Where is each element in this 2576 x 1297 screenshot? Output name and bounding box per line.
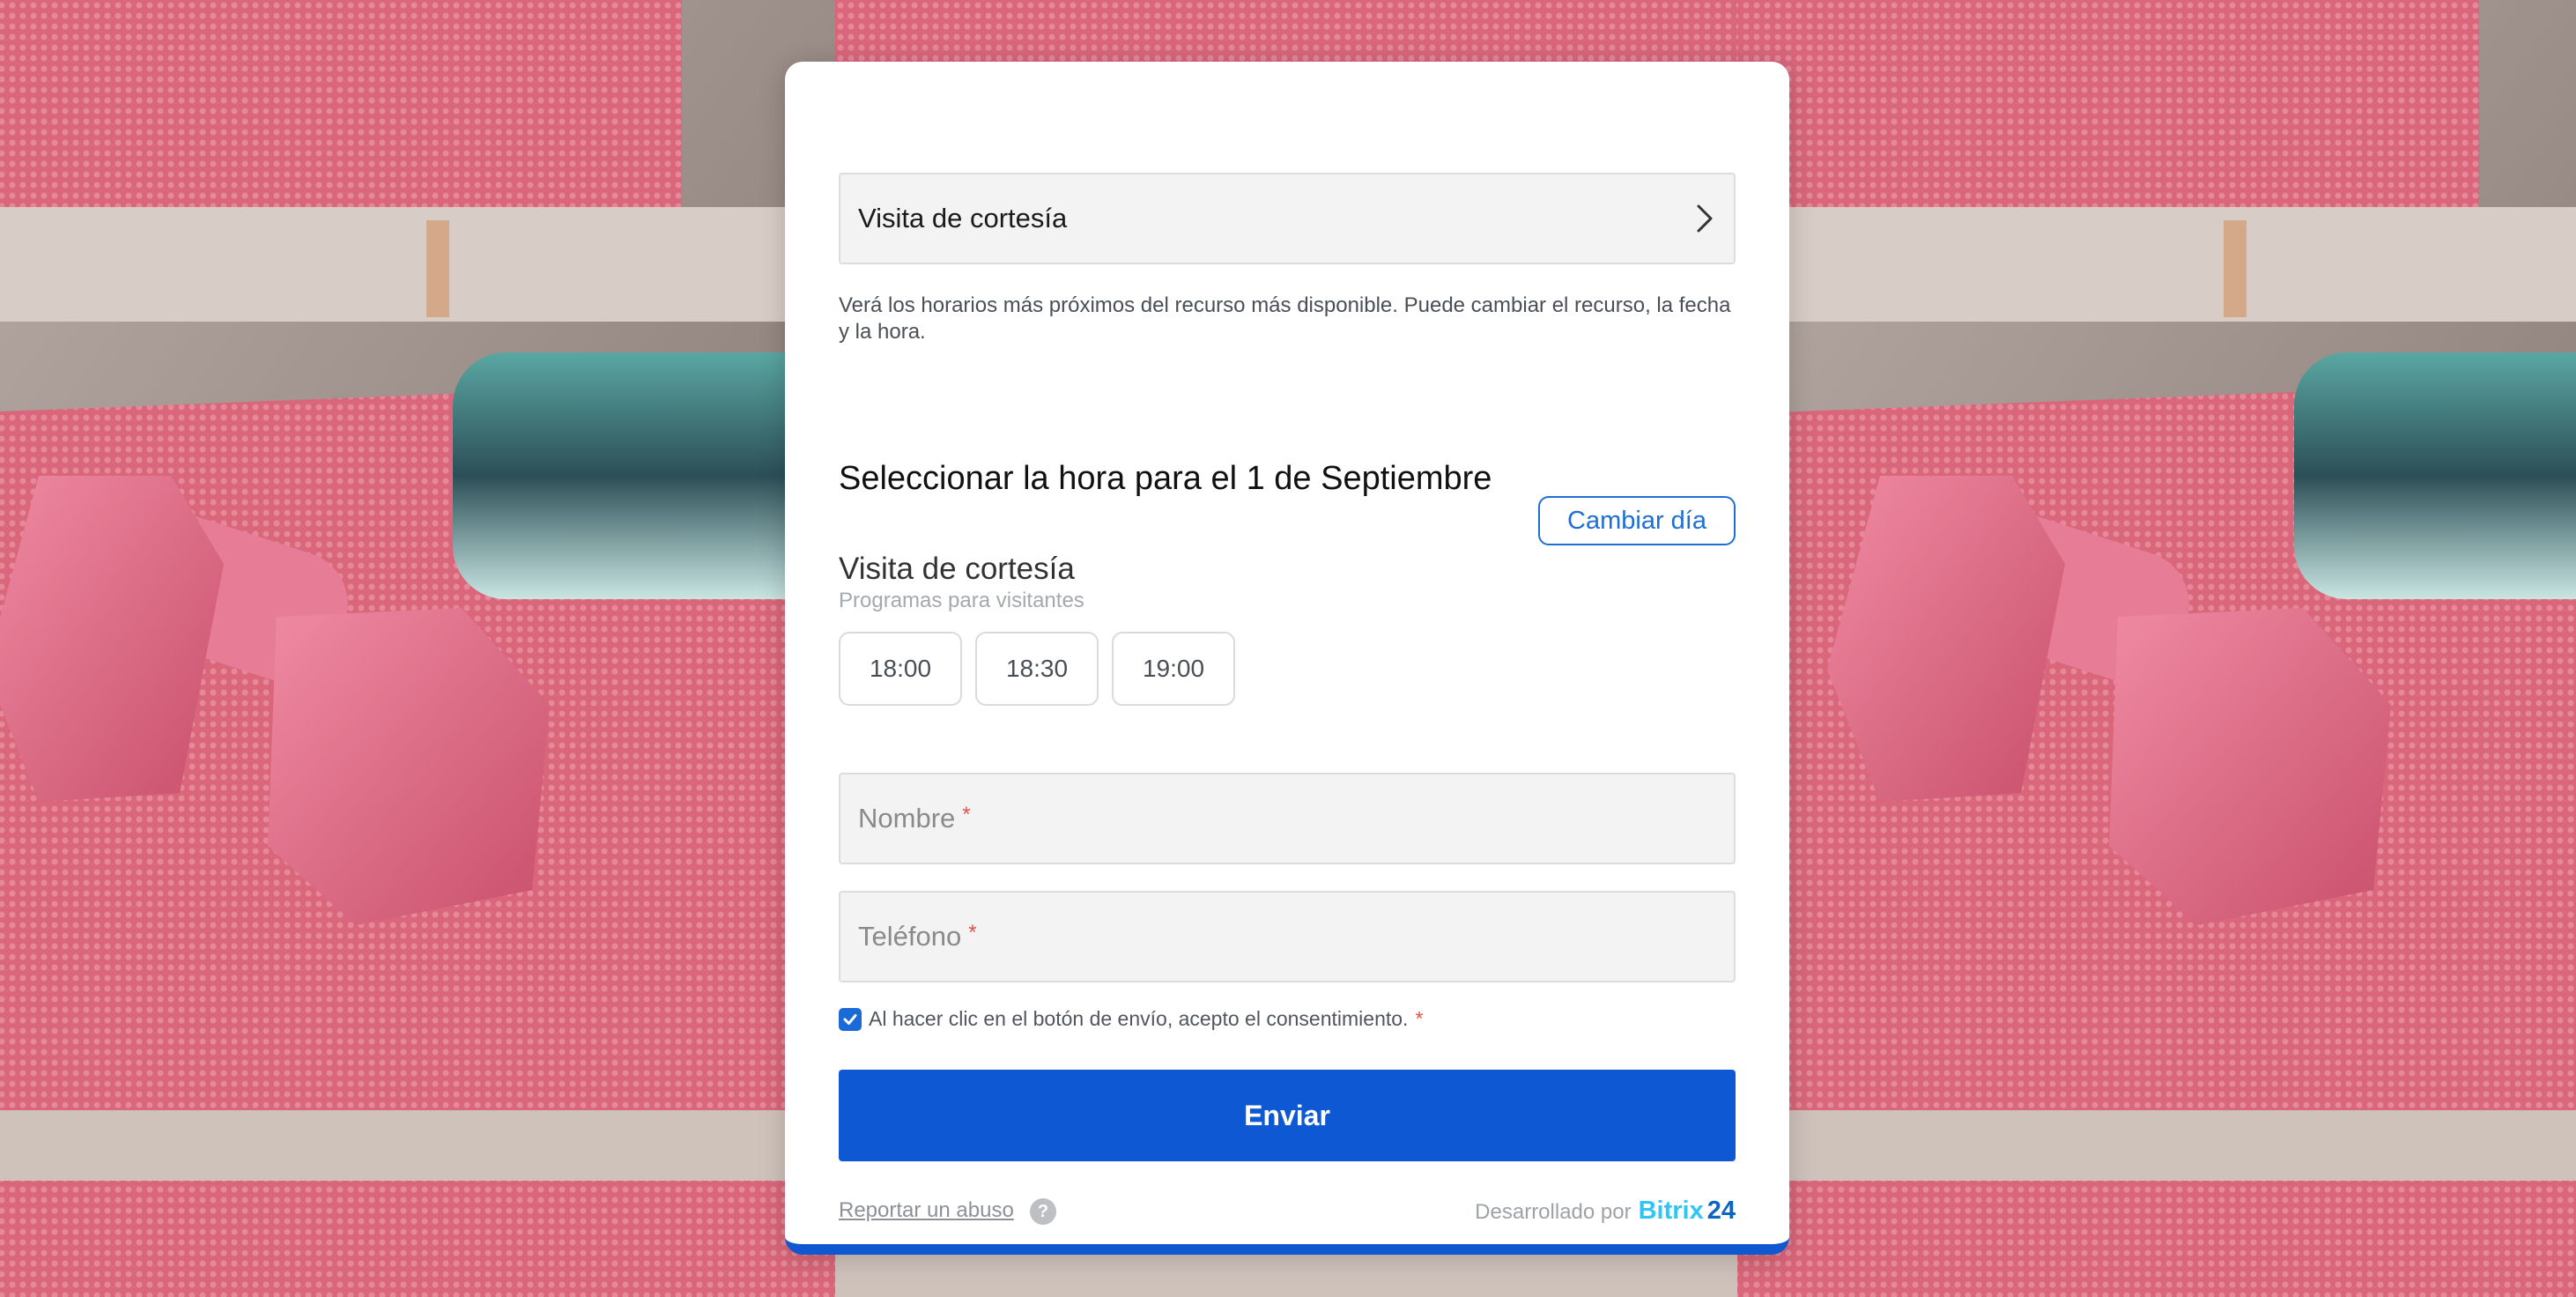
- consent-checkbox[interactable]: [839, 1007, 862, 1031]
- name-required-mark: *: [962, 803, 971, 826]
- time-slots: 18:00 18:30 19:00: [839, 632, 1235, 706]
- consent-row: Al hacer clic en el botón de envío, acep…: [839, 1007, 1423, 1031]
- change-day-button[interactable]: Cambiar día: [1538, 496, 1736, 545]
- name-field[interactable]: Nombre *: [839, 773, 1736, 864]
- select-time-title: Seleccionar la hora para el 1 de Septiem…: [839, 460, 1492, 497]
- powered-by[interactable]: Desarrollado por Bitrix 24: [1475, 1197, 1736, 1226]
- service-name: Visita de cortesía: [839, 552, 1075, 586]
- time-slot-1830[interactable]: 18:30: [975, 632, 1099, 706]
- report-abuse-link[interactable]: Reportar un abuso: [839, 1198, 1014, 1223]
- time-slot-1800[interactable]: 18:00: [839, 632, 962, 706]
- powered-by-label: Desarrollado por: [1475, 1200, 1632, 1224]
- submit-button[interactable]: Enviar: [839, 1070, 1736, 1161]
- phone-placeholder: Teléfono: [858, 921, 962, 952]
- time-slot-1900[interactable]: 19:00: [1112, 632, 1235, 706]
- booking-form-card: Visita de cortesía Verá los horarios más…: [785, 62, 1789, 1255]
- checkmark-icon: [843, 1013, 857, 1025]
- name-placeholder: Nombre: [858, 803, 956, 834]
- phone-field[interactable]: Teléfono *: [839, 891, 1736, 982]
- resource-description: Verá los horarios más próximos del recur…: [839, 293, 1731, 344]
- service-select-label: Visita de cortesía: [858, 203, 1068, 233]
- consent-text: Al hacer clic en el botón de envío, acep…: [869, 1007, 1409, 1030]
- bitrix24-logo-text: Bitrix: [1638, 1197, 1704, 1225]
- chevron-right-icon: [1697, 204, 1713, 233]
- question-icon[interactable]: ?: [1030, 1198, 1056, 1225]
- service-subtitle: Programas para visitantes: [839, 589, 1084, 612]
- background-tile-left: [0, 0, 835, 1297]
- service-select[interactable]: Visita de cortesía: [839, 173, 1736, 264]
- bitrix24-logo-number: 24: [1706, 1197, 1736, 1225]
- background-tile-right: [1737, 0, 2576, 1297]
- phone-required-mark: *: [968, 921, 977, 945]
- consent-required-mark: *: [1415, 1007, 1424, 1030]
